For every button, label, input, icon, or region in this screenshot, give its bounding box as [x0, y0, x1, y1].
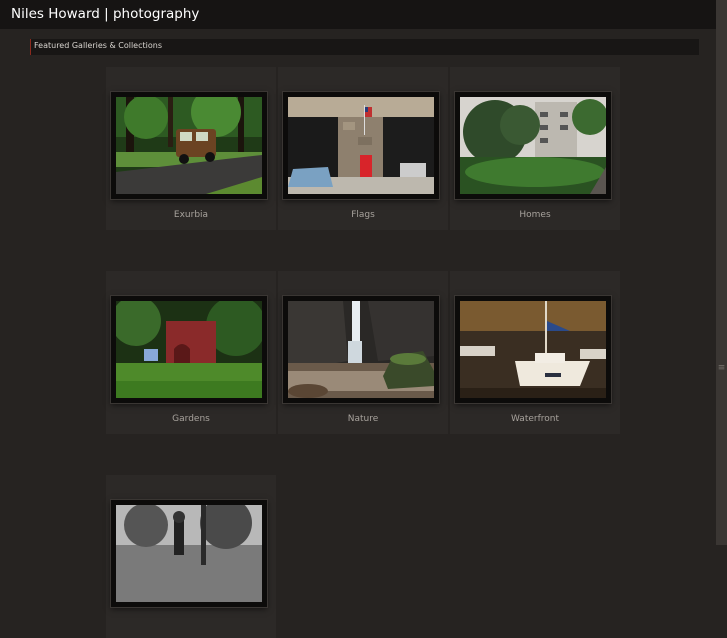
gallery-caption[interactable]: Exurbia: [106, 210, 276, 220]
gallery-tile-flags[interactable]: Flags: [278, 67, 448, 230]
vertical-scrollbar[interactable]: [716, 0, 727, 545]
waterfall-photo[interactable]: [288, 301, 434, 398]
gallery-caption[interactable]: Nature: [278, 414, 448, 424]
red-barn-photo[interactable]: [116, 301, 262, 398]
gallery-caption[interactable]: Flags: [278, 210, 448, 220]
vintage-car-photo[interactable]: [116, 97, 262, 194]
breadcrumb: Featured Galleries & Collections: [30, 39, 699, 55]
bw-forest-photo[interactable]: [116, 505, 262, 602]
gallery-caption[interactable]: Waterfront: [450, 414, 620, 424]
gallery-tile-nature[interactable]: Nature: [278, 271, 448, 434]
photo-frame: [111, 500, 267, 607]
photo-frame: [283, 92, 439, 199]
site-header: Niles Howard | photography: [0, 0, 716, 29]
gallery-caption[interactable]: Homes: [450, 210, 620, 220]
gallery-tile-waterfront[interactable]: Waterfront: [450, 271, 620, 434]
photo-frame: [455, 92, 611, 199]
photo-frame: [111, 92, 267, 199]
photo-frame: [283, 296, 439, 403]
gallery-tile-exurbia[interactable]: Exurbia: [106, 67, 276, 230]
photo-frame: [111, 296, 267, 403]
breadcrumb-label: Featured Galleries & Collections: [34, 41, 162, 50]
building-hedge-photo[interactable]: [460, 97, 606, 194]
gallery-tile-monochrome[interactable]: [106, 475, 276, 638]
gallery-caption[interactable]: Gardens: [106, 414, 276, 424]
site-title[interactable]: Niles Howard | photography: [11, 6, 199, 22]
sailboat-photo[interactable]: [460, 301, 606, 398]
photo-frame: [455, 296, 611, 403]
gallery-tile-gardens[interactable]: Gardens: [106, 271, 276, 434]
scrollbar-grip-icon[interactable]: ≡: [717, 364, 726, 373]
garage-flag-photo[interactable]: [288, 97, 434, 194]
gallery-tile-homes[interactable]: Homes: [450, 67, 620, 230]
